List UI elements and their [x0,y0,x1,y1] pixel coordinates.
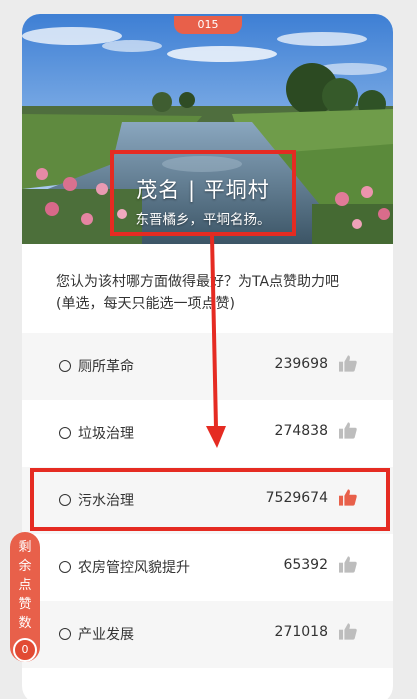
option-label: 厕所革命 [78,359,134,375]
radio-icon[interactable] [59,427,71,439]
option-count: 274838 [274,423,328,439]
vote-question: 您认为该村哪方面做得最好？为TA点赞助力吧 (单选，每天只能选一项点赞) [56,271,356,315]
village-title: 茂名 | 平垌村 [136,178,270,202]
radio-icon[interactable] [59,628,71,640]
option-label: 垃圾治理 [78,426,134,442]
remaining-likes-label-char: 点 [18,578,32,593]
remaining-likes-label-char: 剩 [18,540,32,555]
village-number-badge: 015 [174,16,242,34]
option-label: 产业发展 [78,627,134,643]
option-count: 271018 [274,624,328,640]
thumbs-up-icon[interactable] [339,556,357,573]
radio-icon[interactable] [59,360,71,372]
vote-option-garbage[interactable]: 垃圾治理 274838 [22,400,393,467]
remaining-likes-label-char: 赞 [18,597,32,612]
selected-option-highlight [30,468,390,531]
remaining-likes-panel: 剩余点赞数 0 [10,532,40,662]
option-label: 农房管控风貌提升 [78,560,190,576]
remaining-likes-count: 0 [13,638,37,662]
vote-option-industry[interactable]: 产业发展 271018 [22,601,393,668]
remaining-likes-label: 剩余点赞数 [10,538,40,633]
village-title-highlight: 茂名 | 平垌村 东晋橘乡，平垌名扬。 [110,150,296,236]
option-count: 65392 [283,557,328,573]
vote-question-line2: (单选，每天只能选一项点赞) [56,296,235,312]
option-count: 239698 [274,356,328,372]
vote-option-toilet[interactable]: 厕所革命 239698 [22,333,393,400]
vote-option-housing[interactable]: 农房管控风貌提升 65392 [22,534,393,601]
thumbs-up-icon[interactable] [339,355,357,372]
remaining-likes-label-char: 余 [18,559,32,574]
thumbs-up-icon[interactable] [339,623,357,640]
vote-question-line1: 您认为该村哪方面做得最好？为TA点赞助力吧 [56,274,340,290]
radio-icon[interactable] [59,561,71,573]
village-subtitle: 东晋橘乡，平垌名扬。 [135,212,271,228]
remaining-likes-label-char: 数 [18,616,32,631]
thumbs-up-icon[interactable] [339,422,357,439]
